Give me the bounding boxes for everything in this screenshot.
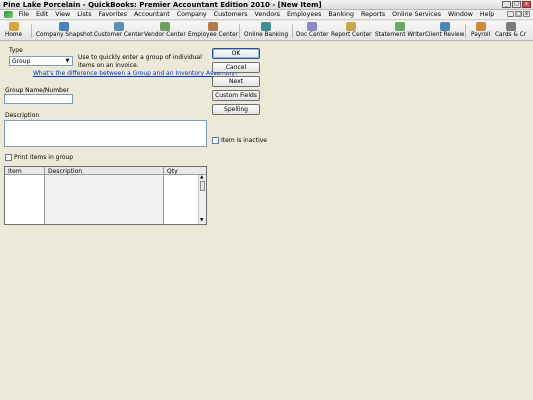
employee-center-icon (208, 22, 219, 31)
menu-lists[interactable]: Lists (74, 11, 95, 18)
group-name-label: Group Name/Number (5, 87, 69, 94)
online-banking-icon (261, 22, 272, 31)
toolbar-online-banking[interactable]: Online Banking (244, 22, 288, 40)
print-items-label: Print items in group (14, 154, 74, 161)
table-header: Item Description Qty (5, 167, 206, 175)
column-header-description: Description (48, 168, 83, 175)
toolbar-employee-center[interactable]: Employee Center (188, 22, 238, 40)
child-window-controls: _ □ x (507, 11, 530, 17)
column-header-qty: Qty (167, 168, 178, 175)
toolbar-label: Employee Center (188, 32, 239, 38)
scrollbar-thumb[interactable] (200, 181, 205, 191)
menu-vendors[interactable]: Vendors (251, 11, 283, 18)
toolbar-customer-center[interactable]: Customer Center (94, 22, 144, 40)
scroll-up-icon[interactable]: ▲ (200, 175, 203, 180)
group-name-input[interactable] (4, 94, 73, 104)
child-minimize-button[interactable]: _ (507, 11, 514, 17)
menu-view[interactable]: View (52, 11, 74, 18)
report-center-icon (346, 22, 357, 31)
payroll-icon (475, 22, 486, 31)
menu-favorites[interactable]: Favorites (95, 11, 130, 18)
icon-toolbar: Home Company Snapshot Customer Center Ve… (0, 21, 533, 41)
quickbooks-logo-icon (4, 11, 13, 18)
new-item-form: Type Group ▼ Use to quickly enter a grou… (0, 42, 533, 400)
column-divider (44, 167, 45, 224)
toolbar-company-snapshot[interactable]: Company Snapshot (36, 22, 93, 40)
toolbar-doc-center[interactable]: Doc Center (296, 22, 329, 40)
company-snapshot-icon (59, 22, 70, 31)
menu-online-services[interactable]: Online Services (389, 11, 445, 18)
toolbar-label: Vendor Center (144, 32, 186, 38)
toolbar-label: Client Review (425, 32, 465, 38)
toolbar-label: Payroll (471, 32, 491, 38)
statement-writer-icon (395, 22, 406, 31)
client-review-icon (439, 22, 450, 31)
vendor-center-icon (159, 22, 170, 31)
home-icon (8, 22, 19, 31)
column-header-item: Item (8, 168, 22, 175)
toolbar-vendor-center[interactable]: Vendor Center (144, 22, 186, 40)
child-restore-button[interactable]: □ (515, 11, 522, 17)
type-label: Type (9, 47, 23, 54)
next-button[interactable]: Next (212, 76, 260, 87)
type-hint: Use to quickly enter a group of individu… (78, 54, 202, 69)
cards-icon (505, 22, 516, 31)
maximize-button[interactable]: □ (512, 1, 521, 8)
toolbar-home[interactable]: Home (5, 22, 22, 40)
toolbar-label: Cards & Cr (495, 32, 527, 38)
menu-customers[interactable]: Customers (210, 11, 251, 18)
window-controls: _ □ x (502, 1, 531, 8)
description-textarea[interactable] (4, 120, 207, 147)
description-column-area (45, 175, 164, 224)
menu-window[interactable]: Window (445, 11, 477, 18)
toolbar-label: Report Center (331, 32, 372, 38)
table-scrollbar[interactable]: ▲ ▼ (198, 175, 206, 224)
toolbar-report-center[interactable]: Report Center (331, 22, 372, 40)
window-title: Pine Lake Porcelain - QuickBooks: Premie… (3, 1, 322, 9)
menu-edit[interactable]: Edit (33, 11, 52, 18)
inactive-checkbox[interactable] (212, 137, 219, 144)
toolbar-label: Statement Writer (375, 32, 426, 38)
child-close-button[interactable]: x (523, 11, 530, 17)
toolbar-label: Customer Center (94, 32, 144, 38)
toolbar-label: Doc Center (296, 32, 329, 38)
menu-company[interactable]: Company (173, 11, 210, 18)
menu-accountant[interactable]: Accountant (130, 11, 173, 18)
type-select[interactable]: Group ▼ (9, 56, 73, 66)
chevron-down-icon: ▼ (65, 58, 70, 64)
scroll-down-icon[interactable]: ▼ (200, 218, 203, 223)
toolbar-client-review[interactable]: Client Review (425, 22, 464, 40)
group-vs-assembly-link[interactable]: What's the difference between a Group an… (33, 70, 238, 77)
customer-center-icon (113, 22, 124, 31)
window-title-bar: Pine Lake Porcelain - QuickBooks: Premie… (0, 0, 533, 10)
spelling-button[interactable]: Spelling (212, 104, 260, 115)
close-button[interactable]: x (522, 1, 531, 8)
menu-help[interactable]: Help (476, 11, 497, 18)
menu-file[interactable]: File (15, 11, 33, 18)
toolbar-cards[interactable]: Cards & Cr (495, 22, 526, 40)
toolbar-label: Company Snapshot (36, 32, 93, 38)
menu-employees[interactable]: Employees (283, 11, 324, 18)
menu-banking[interactable]: Banking (325, 11, 358, 18)
doc-center-icon (307, 22, 318, 31)
menu-reports[interactable]: Reports (357, 11, 388, 18)
custom-fields-button[interactable]: Custom Fields (212, 90, 260, 101)
description-label: Description (5, 112, 40, 119)
inactive-label: Item is inactive (221, 137, 267, 144)
print-items-checkbox[interactable] (5, 154, 12, 161)
column-divider (163, 167, 164, 224)
toolbar-label: Online Banking (244, 32, 289, 38)
group-items-table[interactable]: Item Description Qty ▲ ▼ (4, 166, 207, 225)
menu-bar: File Edit View Lists Favorites Accountan… (0, 10, 533, 20)
toolbar-label: Home (5, 32, 23, 38)
minimize-button[interactable]: _ (502, 1, 511, 8)
type-select-value: Group (12, 58, 31, 65)
toolbar-statement-writer[interactable]: Statement Writer (375, 22, 425, 40)
ok-button[interactable]: OK (212, 48, 260, 59)
cancel-button[interactable]: Cancel (212, 62, 260, 73)
toolbar-payroll[interactable]: Payroll (471, 22, 490, 40)
